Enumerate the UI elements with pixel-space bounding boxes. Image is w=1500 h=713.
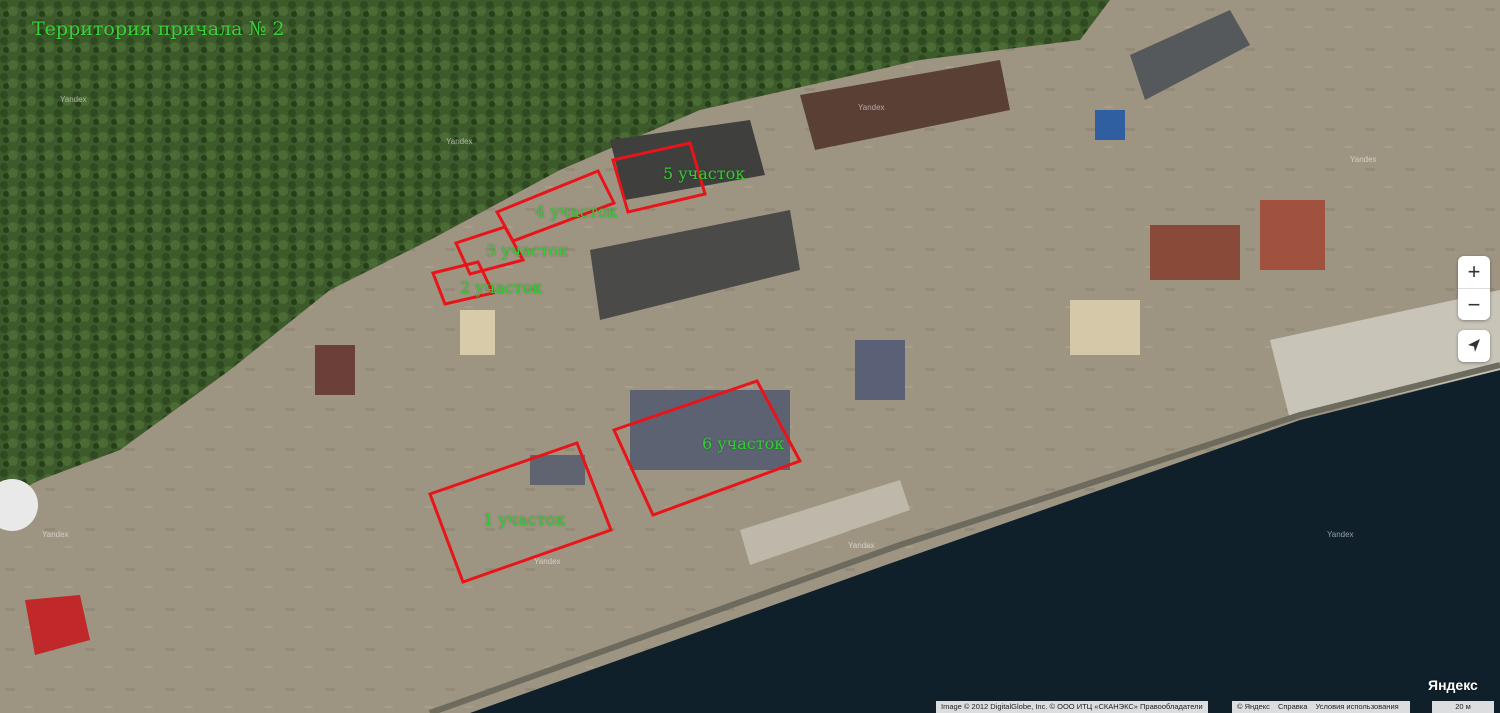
location-arrow-icon [1468, 339, 1480, 352]
plot-1-label[interactable]: 1 участок [483, 510, 565, 529]
watermark: Yandex [858, 103, 885, 112]
plot-2-label[interactable]: 2 участок [460, 278, 542, 297]
watermark: Yandex [534, 557, 561, 566]
yandex-logo[interactable]: Яндекс [1428, 677, 1478, 693]
satellite-map[interactable]: Территория причала № 2 1 участок 2 участ… [0, 0, 1500, 713]
scale-bar: 20 м [1432, 701, 1494, 713]
plot-6-label[interactable]: 6 участок [702, 434, 784, 453]
terms-link[interactable]: Условия использования [1315, 702, 1398, 711]
watermark: Yandex [60, 95, 87, 104]
footer-links: © Яндекс Справка Условия использования [1232, 701, 1410, 713]
yandex-copyright[interactable]: © Яндекс [1237, 702, 1270, 711]
zoom-out-button[interactable]: − [1458, 288, 1490, 320]
zoom-control: + − [1458, 256, 1490, 320]
watermark: Yandex [446, 137, 473, 146]
rights-holders-link[interactable]: Правообладатели [1140, 702, 1203, 711]
geolocation-button[interactable] [1458, 330, 1490, 362]
plot-4-label[interactable]: 4 участок [535, 202, 617, 221]
plot-outlines [428, 141, 803, 584]
copyright-bar: Image © 2012 DigitalGlobe, Inc. © ООО ИТ… [936, 701, 1208, 713]
zoom-in-button[interactable]: + [1458, 256, 1490, 288]
watermark: Yandex [848, 541, 875, 550]
help-link[interactable]: Справка [1278, 702, 1307, 711]
watermark: Yandex [42, 530, 69, 539]
plot-3-label[interactable]: 3 участок [486, 241, 568, 260]
copyright-text: Image © 2012 DigitalGlobe, Inc. © ООО ИТ… [941, 702, 1138, 711]
plot-5-label[interactable]: 5 участок [663, 164, 745, 183]
watermark: Yandex [1350, 155, 1377, 164]
watermark: Yandex [1327, 530, 1354, 539]
